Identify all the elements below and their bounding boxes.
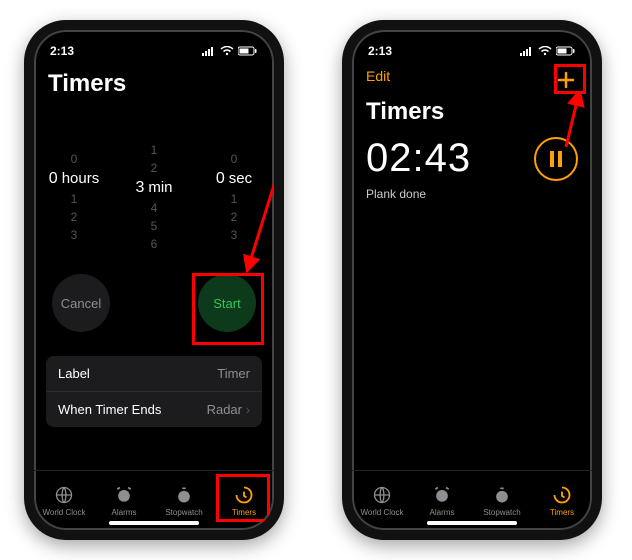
timer-remaining-time: 02:43	[366, 136, 471, 181]
phone-screenshot-2: 2:13 Edit Timers 02:43 Plank done World …	[342, 20, 602, 540]
timer-icon	[552, 485, 572, 505]
page-title: Timers	[34, 64, 274, 102]
edit-button[interactable]: Edit	[366, 68, 390, 92]
tab-timers[interactable]: Timers	[532, 471, 592, 530]
pause-button[interactable]	[534, 137, 578, 181]
tab-world-clock[interactable]: World Clock	[34, 471, 94, 530]
phone-screenshot-1: 2:13 Timers 0 0hours 1 2 3 1 2 3min 4 5 …	[24, 20, 284, 540]
label-row[interactable]: Label Timer	[46, 356, 262, 391]
ends-key: When Timer Ends	[58, 402, 161, 417]
home-indicator[interactable]	[109, 521, 199, 525]
status-time: 2:13	[368, 44, 392, 58]
battery-icon	[238, 46, 258, 56]
status-icons	[202, 46, 258, 56]
tab-world-clock[interactable]: World Clock	[352, 471, 412, 530]
plus-icon	[557, 71, 575, 89]
notch	[116, 36, 192, 56]
alarm-icon	[432, 485, 452, 505]
stopwatch-icon	[174, 485, 194, 505]
wifi-icon	[538, 46, 552, 56]
picker-minutes[interactable]: 1 2 3min 4 5 6	[119, 143, 189, 251]
notch	[434, 36, 510, 56]
timer-label: Plank done	[352, 187, 592, 201]
stopwatch-icon	[492, 485, 512, 505]
chevron-right-icon: ›	[246, 403, 250, 417]
label-value: Timer	[217, 366, 250, 381]
page-title: Timers	[352, 92, 592, 130]
globe-icon	[372, 485, 392, 505]
home-indicator[interactable]	[427, 521, 517, 525]
timer-icon	[234, 485, 254, 505]
start-button[interactable]: Start	[198, 274, 256, 332]
wifi-icon	[220, 46, 234, 56]
running-timer: 02:43	[352, 130, 592, 187]
globe-icon	[54, 485, 74, 505]
cancel-button[interactable]: Cancel	[52, 274, 110, 332]
add-timer-button[interactable]	[554, 68, 578, 92]
time-picker[interactable]: 0 0hours 1 2 3 1 2 3min 4 5 6 0 0sec 1 2…	[34, 132, 274, 262]
status-time: 2:13	[50, 44, 74, 58]
battery-icon	[556, 46, 576, 56]
when-ends-row[interactable]: When Timer Ends Radar ›	[46, 391, 262, 427]
timer-settings: Label Timer When Timer Ends Radar ›	[46, 356, 262, 427]
picker-seconds[interactable]: 0 0sec 1 2 3	[199, 152, 269, 242]
pause-icon	[549, 151, 563, 167]
label-key: Label	[58, 366, 90, 381]
tab-timers[interactable]: Timers	[214, 471, 274, 530]
ends-value: Radar	[207, 402, 242, 417]
status-icons	[520, 46, 576, 56]
action-buttons: Cancel Start	[34, 262, 274, 332]
signal-icon	[202, 46, 216, 56]
picker-hours[interactable]: 0 0hours 1 2 3	[39, 152, 109, 242]
alarm-icon	[114, 485, 134, 505]
signal-icon	[520, 46, 534, 56]
